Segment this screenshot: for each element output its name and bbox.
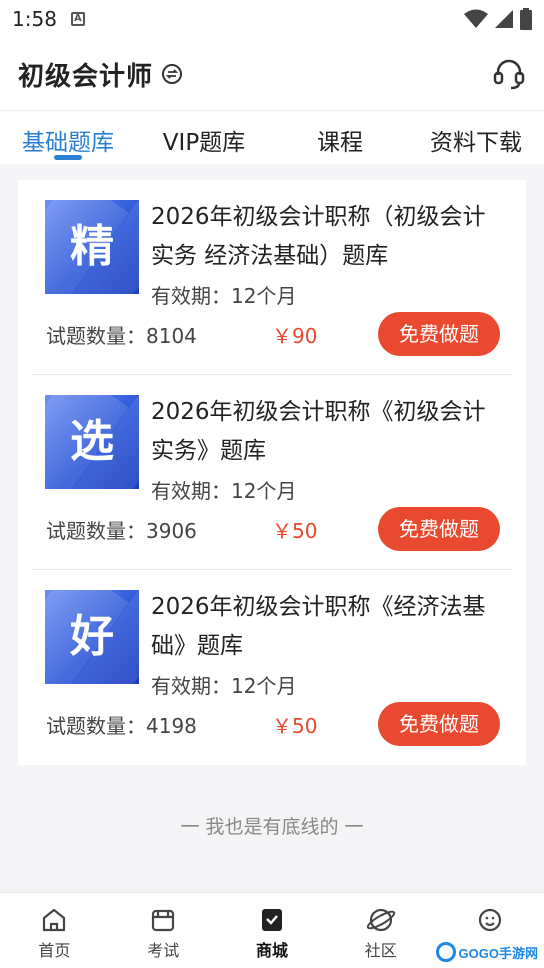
item-question-count: 试题数量：3906 <box>46 519 197 543</box>
thumbnail-label: 好 <box>70 611 114 662</box>
item-validity: 有效期：12个月 <box>151 674 297 698</box>
community-icon <box>366 908 395 932</box>
free-practice-button[interactable]: 免费做题 <box>378 312 500 356</box>
item-price: ￥90 <box>272 324 318 348</box>
wifi-icon <box>464 9 488 28</box>
list-item[interactable]: 好 2026年初级会计职称《经济法基础》题库 有效期：12个月 试题数量：419… <box>32 570 512 765</box>
item-title: 2026年初级会计职称（初级会计实务 经济法基础）题库 <box>151 204 486 269</box>
nav-home[interactable]: 首页 <box>0 893 109 968</box>
exam-icon <box>152 909 175 932</box>
status-icons <box>464 8 532 30</box>
watermark: GOGO手游网 <box>435 942 538 962</box>
nav-exam[interactable]: 考试 <box>109 893 218 968</box>
tab-courses[interactable]: 课程 <box>272 111 408 164</box>
end-of-list-text: 一 我也是有底线的 一 <box>180 816 364 838</box>
watermark-logo-icon <box>435 942 456 962</box>
watermark-text: GOGO手游网 <box>458 945 538 961</box>
signal-icon <box>495 10 513 28</box>
customer-service-icon[interactable] <box>492 57 526 91</box>
list-item[interactable]: 选 2026年初级会计职称《初级会计实务》题库 有效期：12个月 试题数量：39… <box>32 375 512 570</box>
item-title: 2026年初级会计职称《初级会计实务》题库 <box>151 399 486 464</box>
app-bar: 初级会计师 <box>0 38 544 110</box>
nav-label: 商城 <box>255 941 288 960</box>
free-practice-button[interactable]: 免费做题 <box>378 507 500 551</box>
category-tabs: 基础题库 VIP题库 课程 资料下载 <box>0 110 544 164</box>
nav-store[interactable]: 商城 <box>218 893 327 968</box>
tab-basic-bank[interactable]: 基础题库 <box>0 111 136 164</box>
item-question-count: 试题数量：8104 <box>46 324 197 348</box>
tab-vip-bank[interactable]: VIP题库 <box>136 111 272 164</box>
nav-label: 考试 <box>147 941 180 960</box>
item-validity: 有效期：12个月 <box>151 284 297 308</box>
status-time: 1:58 <box>12 7 57 31</box>
product-thumbnail: 选 <box>45 395 139 489</box>
item-question-count: 试题数量：4198 <box>46 714 197 738</box>
status-bar: 1:58 A <box>0 0 544 38</box>
thumbnail-label: 选 <box>70 416 114 467</box>
item-validity: 有效期：12个月 <box>151 479 297 503</box>
switch-exam-icon[interactable] <box>161 63 183 85</box>
product-thumbnail: 好 <box>45 590 139 684</box>
tab-downloads[interactable]: 资料下载 <box>408 111 544 164</box>
nav-label: 首页 <box>38 941 71 960</box>
app-title: 初级会计师 <box>18 61 154 92</box>
product-thumbnail: 精 <box>45 200 139 294</box>
item-price: ￥50 <box>272 714 318 738</box>
list-item[interactable]: 精 2026年初级会计职称（初级会计实务 经济法基础）题库 有效期：12个月 试… <box>32 180 512 375</box>
store-icon <box>261 909 282 931</box>
free-practice-button[interactable]: 免费做题 <box>378 702 500 746</box>
question-bank-list: 精 2026年初级会计职称（初级会计实务 经济法基础）题库 有效期：12个月 试… <box>18 180 526 765</box>
nav-community[interactable]: 社区 <box>326 893 435 968</box>
nav-label: 社区 <box>364 941 397 960</box>
thumbnail-label: 精 <box>70 221 114 272</box>
profile-icon <box>478 908 501 932</box>
notification-icon: A <box>70 12 85 26</box>
home-icon <box>43 908 66 932</box>
item-price: ￥50 <box>272 519 318 543</box>
item-title: 2026年初级会计职称《经济法基础》题库 <box>151 594 486 659</box>
battery-icon <box>520 8 532 30</box>
